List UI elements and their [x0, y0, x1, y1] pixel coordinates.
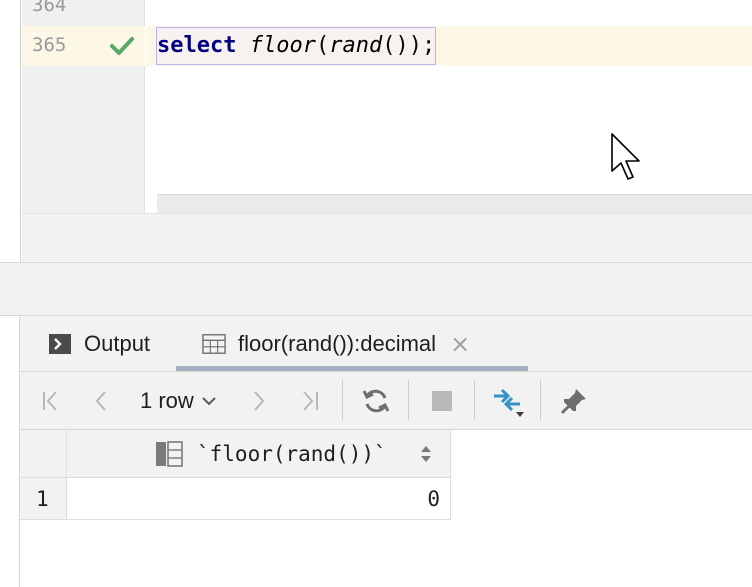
- tab-output-label: Output: [84, 331, 151, 356]
- grid-corner[interactable]: [20, 430, 67, 478]
- chevron-left-icon: [95, 391, 106, 411]
- editor-gutter: 364 365: [22, 0, 145, 213]
- line-number-prev: 364: [32, 0, 67, 16]
- column-icon: [156, 441, 183, 467]
- last-page-icon: [303, 391, 318, 411]
- active-tab-indicator: [176, 366, 528, 371]
- chevron-down-icon: [202, 397, 216, 406]
- editor-bottom-area: [22, 213, 752, 262]
- code-tail: ());: [382, 33, 436, 58]
- table-icon: [202, 334, 226, 354]
- tab-result[interactable]: floor(rand()):decimal ×: [202, 316, 470, 372]
- mouse-cursor-icon: [611, 133, 640, 180]
- results-toolbar: 1 row: [20, 372, 752, 430]
- tab-output[interactable]: Output: [48, 316, 150, 372]
- stop-icon: [432, 391, 452, 411]
- sort-icon[interactable]: [419, 443, 433, 465]
- last-page-button[interactable]: [294, 385, 324, 417]
- line-number-current: 365: [32, 34, 67, 56]
- close-icon[interactable]: ×: [450, 330, 470, 358]
- row-count-dropdown[interactable]: 1 row: [140, 385, 220, 417]
- chevron-right-icon: [254, 391, 265, 411]
- code-func-rand: rand: [329, 33, 383, 58]
- toolbar-separator: [540, 380, 541, 420]
- prev-page-button[interactable]: [88, 385, 114, 417]
- code-line-365[interactable]: select floor(rand());: [157, 27, 435, 65]
- tab-result-label: floor(rand()):decimal: [238, 331, 437, 356]
- row-count-label: 1 row: [140, 388, 194, 413]
- check-icon: [110, 37, 134, 55]
- column-header-label: `floor(rand())`: [197, 442, 387, 466]
- results-tab-bar: Output floor(rand()):decimal ×: [20, 316, 752, 372]
- editor-horizontal-scrollbar[interactable]: [157, 194, 752, 213]
- toolbar-separator: [342, 380, 343, 420]
- panel-splitter[interactable]: [0, 262, 752, 316]
- compare-button[interactable]: [490, 385, 528, 417]
- first-page-button[interactable]: [38, 385, 68, 417]
- compare-arrows-icon: [494, 388, 524, 417]
- code-keyword: select: [157, 33, 237, 58]
- panel-left-strip: [0, 316, 20, 587]
- reload-button[interactable]: [360, 385, 392, 417]
- toolbar-separator: [474, 380, 475, 420]
- row-number[interactable]: 1: [20, 478, 67, 520]
- first-page-icon: [43, 391, 57, 411]
- toolbar-separator: [408, 380, 409, 420]
- sql-editor[interactable]: 364 365 select floor(rand());: [0, 0, 752, 262]
- editor-left-strip: [0, 0, 21, 262]
- next-page-button[interactable]: [246, 385, 272, 417]
- stop-button[interactable]: [428, 385, 456, 417]
- column-header[interactable]: `floor(rand())`: [67, 430, 451, 478]
- code-func-floor: floor: [249, 33, 316, 58]
- console-icon: [49, 334, 71, 354]
- pin-tab-button[interactable]: [558, 385, 590, 417]
- pin-icon: [560, 389, 586, 415]
- code-paren: (: [315, 33, 330, 58]
- refresh-icon: [362, 389, 390, 413]
- table-cell[interactable]: 0: [67, 478, 451, 520]
- results-grid: `floor(rand())` 1 0: [20, 430, 752, 587]
